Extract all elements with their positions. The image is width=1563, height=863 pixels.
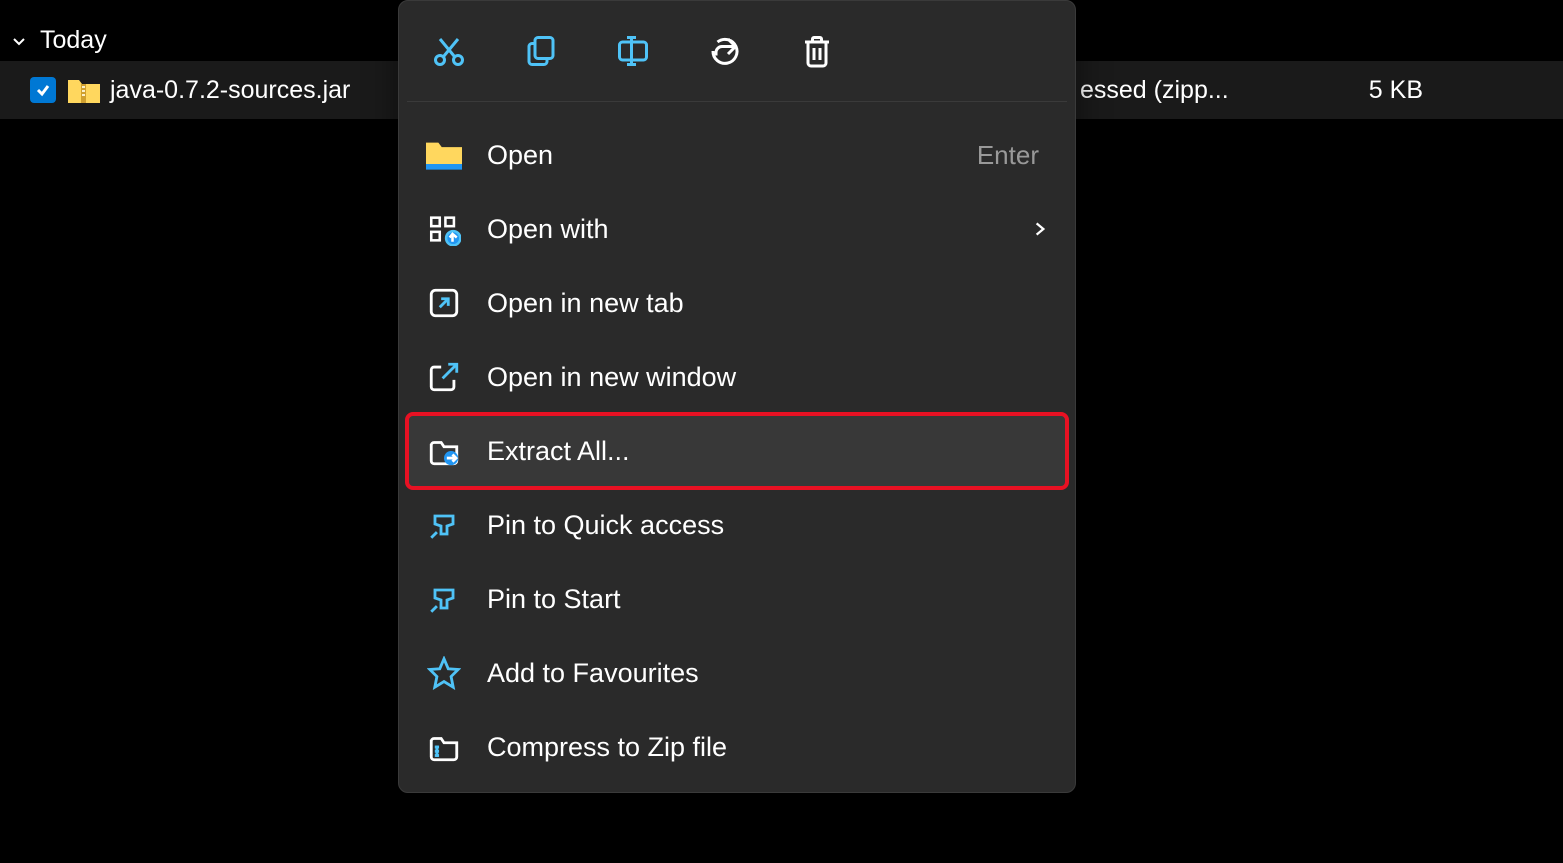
extract-icon: [425, 432, 463, 470]
chevron-down-icon: [8, 30, 30, 52]
share-icon[interactable]: [705, 31, 745, 71]
pin-start-icon: [425, 580, 463, 618]
menu-item-extract-all[interactable]: Extract All...: [407, 414, 1067, 488]
menu-label: Open with: [487, 214, 1031, 245]
menu-item-open-new-tab[interactable]: Open in new tab: [407, 266, 1067, 340]
pin-icon: [425, 506, 463, 544]
menu-label: Extract All...: [487, 436, 1049, 467]
menu-item-open-new-window[interactable]: Open in new window: [407, 340, 1067, 414]
menu-label: Open: [487, 140, 977, 171]
menu-label: Add to Favourites: [487, 658, 1049, 689]
menu-item-pin-start[interactable]: Pin to Start: [407, 562, 1067, 636]
rename-icon[interactable]: [613, 31, 653, 71]
menu-label: Open in new window: [487, 362, 1049, 393]
new-window-icon: [425, 358, 463, 396]
chevron-right-icon: [1031, 220, 1049, 238]
delete-icon[interactable]: [797, 31, 837, 71]
context-menu: Open Enter Open with Open in: [398, 0, 1076, 793]
file-type: essed (zipp...: [1080, 76, 1229, 105]
menu-label: Compress to Zip file: [487, 732, 1049, 763]
menu-label: Open in new tab: [487, 288, 1049, 319]
menu-item-compress-zip[interactable]: Compress to Zip file: [407, 710, 1067, 784]
file-size: 5 KB: [1369, 76, 1423, 105]
menu-item-add-favourites[interactable]: Add to Favourites: [407, 636, 1067, 710]
menu-item-open[interactable]: Open Enter: [407, 118, 1067, 192]
menu-item-open-with[interactable]: Open with: [407, 192, 1067, 266]
menu-shortcut: Enter: [977, 140, 1039, 171]
menu-label: Pin to Quick access: [487, 510, 1049, 541]
new-tab-icon: [425, 284, 463, 322]
menu-label: Pin to Start: [487, 584, 1049, 615]
zip-folder-icon: [68, 77, 100, 103]
file-name: java-0.7.2-sources.jar: [110, 76, 350, 105]
quick-actions-bar: [407, 9, 1067, 102]
menu-item-pin-quick-access[interactable]: Pin to Quick access: [407, 488, 1067, 562]
checkbox-checked[interactable]: [30, 77, 56, 103]
folder-open-icon: [425, 136, 463, 174]
open-with-icon: [425, 210, 463, 248]
group-label: Today: [40, 26, 107, 55]
star-icon: [425, 654, 463, 692]
copy-icon[interactable]: [521, 31, 561, 71]
zip-icon: [425, 728, 463, 766]
cut-icon[interactable]: [429, 31, 469, 71]
